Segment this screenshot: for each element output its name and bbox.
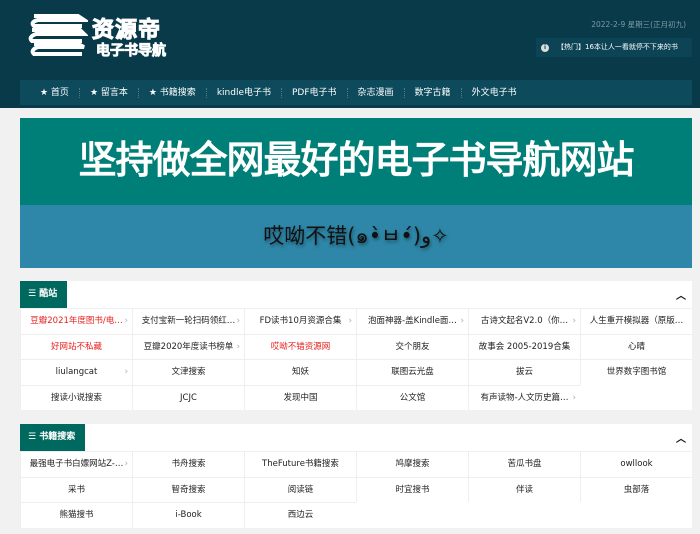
collapse-icon[interactable]: ︿ (676, 430, 686, 445)
site-link[interactable]: 搜读小说搜索 (20, 384, 132, 410)
site-link[interactable]: 熊猫搜书 (20, 502, 132, 528)
site-link[interactable]: 人生重开模拟器（原版… (580, 308, 692, 334)
nav-item[interactable]: 数字古籍 (405, 87, 462, 98)
hot-text: 【热门】16本让人一看就停不下来的书 (557, 43, 678, 51)
site-link[interactable]: 故事会 2005-2019合集 (468, 333, 580, 359)
site-link[interactable]: 世界数字图书馆 (580, 359, 692, 385)
site-link[interactable]: 泡面神器-盖Kindle面… (356, 308, 468, 334)
site-link[interactable]: 虫部落 (580, 476, 692, 502)
site-link[interactable]: 心晴 (580, 333, 692, 359)
site-link[interactable]: 鸠摩搜索 (356, 451, 468, 477)
site-link[interactable]: JCJC (132, 384, 244, 410)
site-link[interactable]: 支付宝新一轮扫码领红… (132, 308, 244, 334)
date-display: 2022-2-9 星期三(正月初九) (591, 20, 686, 29)
main-nav: ★ 首页 ★ 留言本 ★ 书籍搜索 kindle电子书 PDF电子书 杂志漫画 数字古籍 外文… (20, 80, 692, 105)
logo-subtitle: 电子书导航 (96, 43, 167, 60)
site-link[interactable]: 书舟搜索 (132, 451, 244, 477)
site-link[interactable]: TheFuture书籍搜索 (244, 451, 356, 477)
hot-notice[interactable]: i 【热门】16本让人一看就停不下来的书 (536, 38, 692, 57)
site-link[interactable]: 有声读物-人文历史篇… (468, 384, 580, 410)
nav-item[interactable]: kindle电子书 (207, 87, 282, 98)
site-link[interactable]: 哎呦不错资源网 (244, 333, 356, 359)
site-header: 资源帝 电子书导航 2022-2-9 星期三(正月初九) i 【热门】16本让人一… (0, 0, 700, 108)
section-book-search: ☰ 书籍搜索 ︿ 最强电子书白嫖网站Z-…书舟搜索TheFuture书籍搜索鸠摩搜… (20, 424, 692, 528)
site-link[interactable]: 豆瓣2021年度图书/电… (20, 308, 132, 334)
site-link[interactable]: 智奇搜索 (132, 476, 244, 502)
section-title: ☰ 酷站 (20, 281, 68, 308)
banner-subtitle: 哎呦不错(๑•̀ㅂ•́)و✧ (20, 205, 692, 268)
site-link[interactable]: 发现中国 (244, 384, 356, 410)
section-cool-sites: ☰ 酷站 ︿ 豆瓣2021年度图书/电…支付宝新一轮扫码领红…FD读书10月资源合… (20, 281, 692, 410)
site-link[interactable]: 好网站不私藏 (20, 333, 132, 359)
collapse-icon[interactable]: ︿ (676, 287, 686, 302)
section-title: ☰ 书籍搜索 (20, 424, 86, 451)
site-link[interactable]: 伴读 (468, 476, 580, 502)
site-link[interactable]: 最强电子书白嫖网站Z-… (20, 451, 132, 477)
banner: 坚持做全网最好的电子书导航网站 哎呦不错(๑•̀ㅂ•́)و✧ (20, 118, 692, 268)
site-link[interactable]: 西边云 (244, 502, 356, 528)
site-link[interactable]: 联图云光盘 (356, 359, 468, 385)
site-link[interactable]: 时宜搜书 (356, 476, 468, 502)
site-logo[interactable]: 资源帝 电子书导航 (26, 10, 186, 60)
nav-item[interactable]: ★ 书籍搜索 (139, 87, 207, 98)
nav-item[interactable]: PDF电子书 (282, 87, 348, 98)
site-link[interactable]: 文津搜索 (132, 359, 244, 385)
site-link[interactable]: 知妖 (244, 359, 356, 385)
site-link[interactable]: 豆瓣2020年度读书榜单 (132, 333, 244, 359)
site-link[interactable]: 采书 (20, 476, 132, 502)
site-link[interactable]: 古诗文起名V2.0（你… (468, 308, 580, 334)
books-icon (28, 14, 88, 56)
nav-item[interactable]: 杂志漫画 (348, 87, 405, 98)
site-link[interactable]: 公文馆 (356, 384, 468, 410)
site-link[interactable]: 拔云 (468, 359, 580, 385)
nav-item[interactable]: 外文电子书 (462, 88, 527, 98)
site-link[interactable]: FD读书10月资源合集 (244, 308, 356, 334)
site-link[interactable]: liulangcat (20, 359, 132, 385)
nav-item[interactable]: ★ 首页 (30, 87, 80, 98)
nav-item[interactable]: ★ 留言本 (80, 87, 139, 98)
site-link[interactable]: owllook (580, 451, 692, 477)
site-link[interactable]: 阅读链 (244, 476, 356, 502)
info-icon: i (541, 44, 549, 52)
banner-title: 坚持做全网最好的电子书导航网站 (20, 118, 692, 205)
site-link[interactable]: 苦瓜书盘 (468, 451, 580, 477)
site-link[interactable]: i-Book (132, 502, 244, 528)
site-link[interactable]: 交个朋友 (356, 333, 468, 359)
